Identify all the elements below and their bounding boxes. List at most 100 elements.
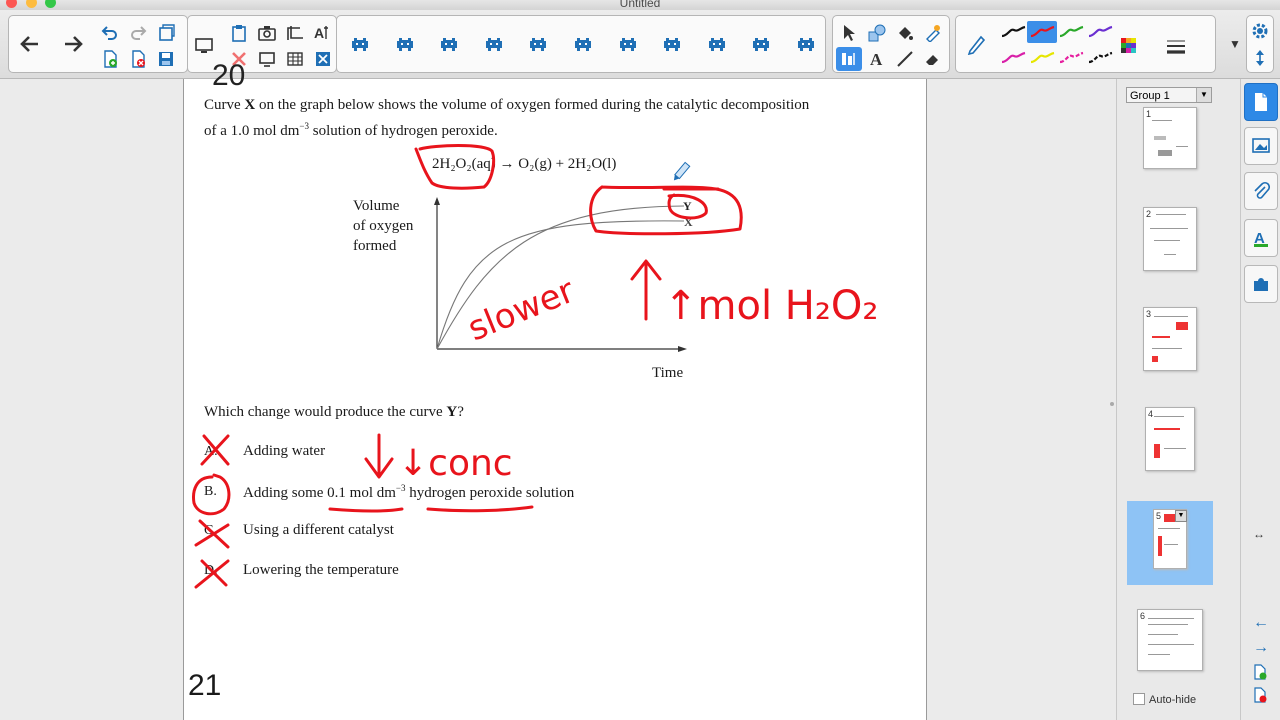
page-thumbnail-6[interactable]: 6 <box>1137 609 1203 671</box>
sidebar-add-page-button[interactable] <box>1253 664 1267 685</box>
pen-swatch-7[interactable] <box>1056 47 1086 69</box>
magic-pen-button[interactable] <box>920 21 946 45</box>
tab-gallery[interactable] <box>1244 127 1278 165</box>
insert-table-button[interactable] <box>282 47 308 71</box>
document-area[interactable]: 20 Curve X on the graph below shows the … <box>0 59 1116 720</box>
pen-stroke-icon <box>1030 25 1055 38</box>
arrow-left-icon: ← <box>1253 614 1269 631</box>
invader-icon <box>708 38 725 51</box>
invader-icon <box>619 38 636 51</box>
tab-attachments[interactable] <box>1244 172 1278 210</box>
invader-icon <box>753 38 770 51</box>
pen-tool-button[interactable] <box>959 26 995 62</box>
delete-page-icon <box>132 50 145 68</box>
addon-button-11[interactable] <box>793 33 819 57</box>
spellcheck-icon: A <box>314 25 328 41</box>
previous-page-button[interactable] <box>12 26 48 62</box>
sidebar-resize-handle[interactable] <box>1110 402 1114 406</box>
next-page-button[interactable] <box>55 26 91 62</box>
thumbnail-menu-dropdown[interactable]: ▼ <box>1175 510 1187 522</box>
select-tool-button[interactable] <box>836 21 862 45</box>
color-palette-button[interactable] <box>1116 34 1142 58</box>
ink-circle-b <box>192 473 231 516</box>
page-thumbnail-1[interactable]: 1 <box>1143 107 1197 169</box>
arrow-right-icon <box>65 36 83 52</box>
insert-page-button[interactable] <box>153 21 179 45</box>
addon-button-6[interactable] <box>570 33 596 57</box>
pen-swatch-1[interactable] <box>998 21 1028 43</box>
settings-button[interactable] <box>1247 19 1273 43</box>
pen-swatch-5[interactable] <box>998 47 1028 69</box>
toolbar-group-tools: A <box>832 15 950 73</box>
page-thumbnail-3[interactable]: 3 <box>1143 307 1197 371</box>
redo-icon <box>131 26 147 40</box>
screen-shade-button[interactable] <box>191 34 217 58</box>
autohide-option[interactable]: Auto-hide <box>1133 693 1196 706</box>
addon-button-9[interactable] <box>704 33 730 57</box>
ink-circle-reactant <box>414 144 496 190</box>
page-thumbnail-2[interactable]: 2 <box>1143 207 1197 271</box>
tab-add-ons[interactable] <box>1244 265 1278 303</box>
undo-icon <box>101 26 117 40</box>
eraser-tool-button[interactable] <box>920 47 946 71</box>
text-tool-button[interactable]: A <box>864 47 890 71</box>
sidebar-delete-page-button[interactable] <box>1253 687 1267 708</box>
close-box-button[interactable] <box>310 47 336 71</box>
toolbar-group-display: A <box>187 15 337 73</box>
pen-swatch-8[interactable] <box>1085 47 1115 69</box>
pen-stroke-icon <box>1030 51 1055 64</box>
ink-annotations[interactable]: slower ↑mol H₂O₂ ↓conc <box>184 79 926 720</box>
pen-swatch-2[interactable] <box>1027 21 1057 43</box>
ink-arrow-down <box>364 433 394 479</box>
sidebar-next-page-button[interactable]: → <box>1253 639 1269 657</box>
line-tool-button[interactable] <box>892 47 918 71</box>
group-select[interactable]: Group 1 ▼ <box>1126 87 1212 103</box>
toolbar-group-navigation <box>8 15 188 73</box>
line-style-button[interactable] <box>1163 34 1189 58</box>
tab-page-sorter[interactable] <box>1244 83 1278 121</box>
addon-button-4[interactable] <box>481 33 507 57</box>
screen-capture-button[interactable] <box>254 21 280 45</box>
save-button[interactable] <box>153 47 179 71</box>
redo-button[interactable] <box>125 21 151 45</box>
pen-swatch-3[interactable] <box>1056 21 1086 43</box>
addon-button-3[interactable] <box>436 33 462 57</box>
fill-tool-button[interactable] <box>892 21 918 45</box>
delete-page-button[interactable] <box>125 47 151 71</box>
undo-button[interactable] <box>97 21 123 45</box>
paste-button[interactable] <box>226 21 252 45</box>
tab-properties[interactable]: A <box>1244 219 1278 257</box>
arrows-horizontal-icon: ↔ <box>1253 527 1265 541</box>
addon-button-10[interactable] <box>748 33 774 57</box>
capture-area-button[interactable] <box>282 21 308 45</box>
addon-button-5[interactable] <box>525 33 551 57</box>
sidebar-previous-page-button[interactable]: ← <box>1253 614 1269 632</box>
shapes-tool-button[interactable] <box>864 21 890 45</box>
notebook-page[interactable]: 20 Curve X on the graph below shows the … <box>183 59 927 720</box>
toolbar-position-button[interactable] <box>1247 46 1273 70</box>
add-page-button[interactable] <box>97 47 123 71</box>
expand-sidebar-button[interactable]: ↔ <box>1253 527 1265 541</box>
addon-button-7[interactable] <box>615 33 641 57</box>
pen-cursor-icon <box>673 161 691 181</box>
ink-cross-c <box>194 519 230 549</box>
addon-button-1[interactable] <box>347 33 373 57</box>
pen-swatch-4[interactable] <box>1085 21 1115 43</box>
page-thumbnail-5-selected[interactable]: 5 ▼ <box>1127 501 1213 585</box>
spellcheck-button[interactable]: A <box>310 21 336 45</box>
invader-icon <box>441 38 458 51</box>
page-thumbnail-4[interactable]: 4 <box>1145 407 1195 471</box>
addon-button-8[interactable] <box>659 33 685 57</box>
eraser-pen-icon <box>926 25 940 42</box>
toolbar-group-settings <box>1246 15 1274 73</box>
capture-icon <box>287 26 303 40</box>
pen-swatch-6[interactable] <box>1027 47 1057 69</box>
close-box-icon <box>316 52 330 66</box>
autohide-checkbox[interactable] <box>1133 693 1145 705</box>
measure-tool-button[interactable] <box>836 47 862 71</box>
fullscreen-button[interactable] <box>254 47 280 71</box>
toolbar-more-dropdown[interactable]: ▼ <box>1222 32 1248 56</box>
addon-button-2[interactable] <box>392 33 418 57</box>
pen-stroke-icon <box>1001 51 1026 64</box>
chevron-down-icon: ▼ <box>1229 37 1241 51</box>
